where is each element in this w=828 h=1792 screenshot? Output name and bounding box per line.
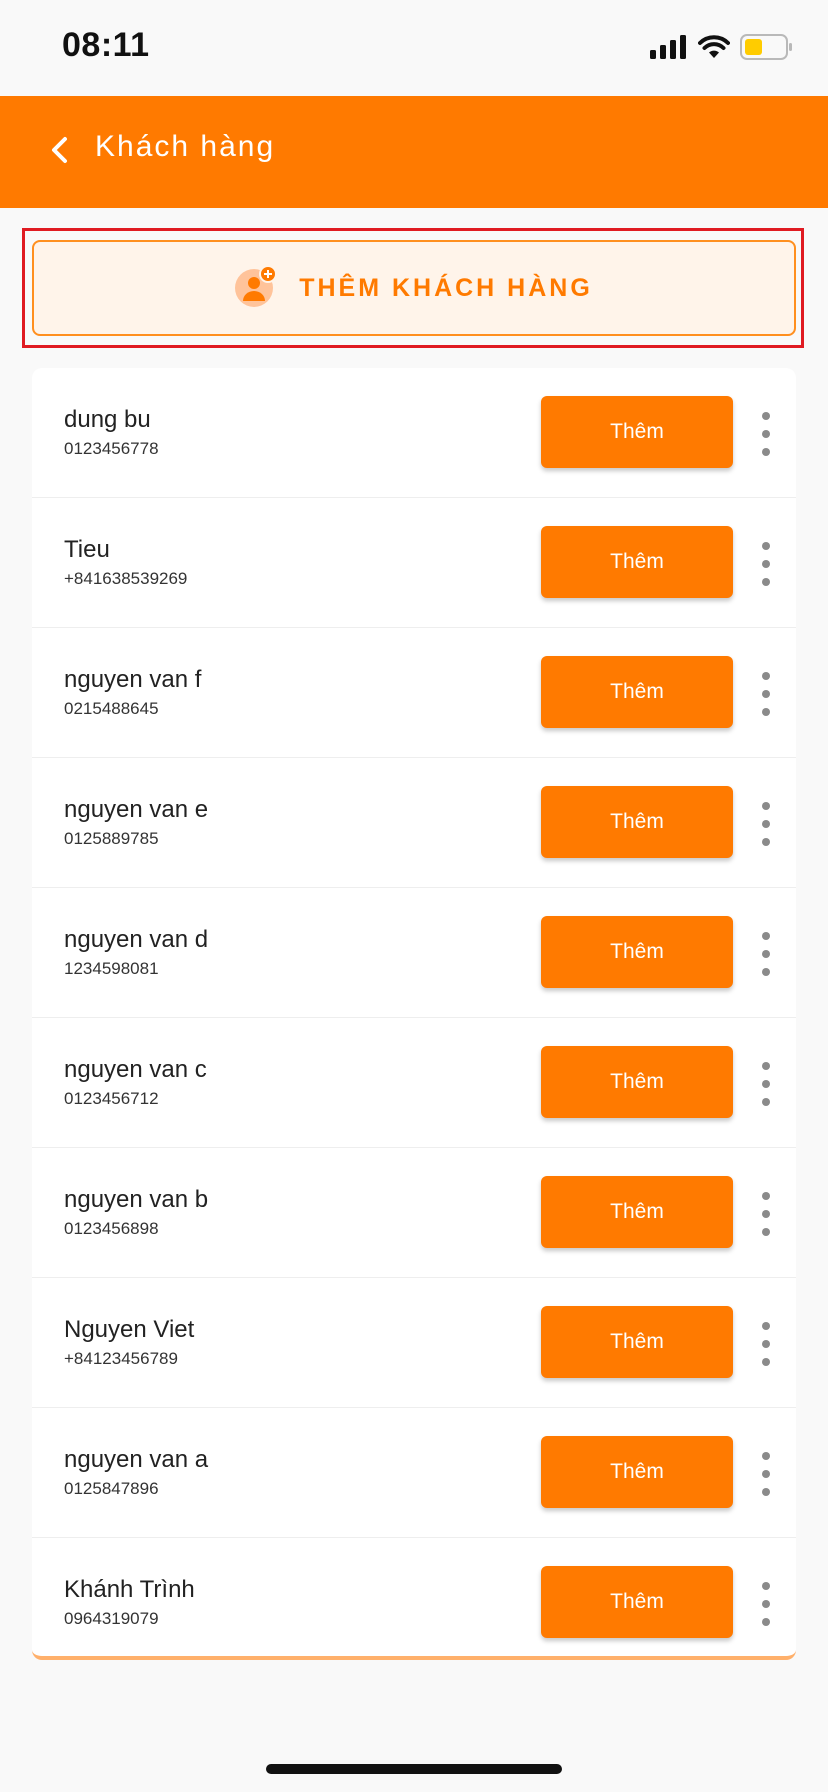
- customer-row: nguyen van c 0123456712 Thêm: [32, 1018, 796, 1148]
- more-vertical-icon: [762, 968, 770, 976]
- customer-phone: 0123456898: [64, 1219, 159, 1238]
- more-vertical-icon: [762, 1358, 770, 1366]
- add-user-icon: [235, 264, 278, 312]
- more-vertical-icon: [762, 430, 770, 438]
- more-vertical-icon: [762, 1210, 770, 1218]
- more-vertical-icon: [762, 1062, 770, 1070]
- status-bar: 08:11: [0, 0, 828, 96]
- customer-phone: 0123456712: [64, 1089, 159, 1108]
- more-vertical-icon: [762, 690, 770, 698]
- more-vertical-icon: [762, 542, 770, 550]
- add-button[interactable]: Thêm: [541, 656, 733, 728]
- status-time: 08:11: [62, 26, 150, 64]
- more-options-button[interactable]: [754, 542, 778, 586]
- add-button[interactable]: Thêm: [541, 916, 733, 988]
- customer-row: nguyen van f 0215488645 Thêm: [32, 628, 796, 758]
- customer-row: nguyen van e 0125889785 Thêm: [32, 758, 796, 888]
- more-options-button[interactable]: [754, 802, 778, 846]
- customer-name: nguyen van c: [64, 1056, 207, 1083]
- more-vertical-icon: [762, 1098, 770, 1106]
- more-vertical-icon: [762, 950, 770, 958]
- add-button[interactable]: Thêm: [541, 786, 733, 858]
- more-options-button[interactable]: [754, 1452, 778, 1496]
- more-vertical-icon: [762, 820, 770, 828]
- customer-row: nguyen van d 1234598081 Thêm: [32, 888, 796, 1018]
- app-header: Khách hàng: [0, 96, 828, 208]
- customer-phone: 0215488645: [64, 699, 159, 718]
- more-options-button[interactable]: [754, 1322, 778, 1366]
- add-button[interactable]: Thêm: [541, 1306, 733, 1378]
- add-button[interactable]: Thêm: [541, 526, 733, 598]
- more-options-button[interactable]: [754, 1062, 778, 1106]
- more-vertical-icon: [762, 1600, 770, 1608]
- home-indicator: [266, 1764, 562, 1774]
- customer-name: nguyen van d: [64, 926, 209, 953]
- customer-row: Nguyen Viet +84123456789 Thêm: [32, 1278, 796, 1408]
- more-vertical-icon: [762, 1452, 770, 1460]
- add-button[interactable]: Thêm: [541, 1046, 733, 1118]
- chevron-left-icon: [48, 136, 72, 169]
- add-button[interactable]: Thêm: [541, 1566, 733, 1638]
- add-button[interactable]: Thêm: [541, 396, 733, 468]
- more-vertical-icon: [762, 578, 770, 586]
- add-customer-button[interactable]: THÊM KHÁCH HÀNG: [32, 240, 796, 336]
- more-vertical-icon: [762, 932, 770, 940]
- customer-phone: 1234598081: [64, 959, 159, 978]
- more-vertical-icon: [762, 1322, 770, 1330]
- more-vertical-icon: [762, 1618, 770, 1626]
- customer-name: nguyen van a: [64, 1446, 209, 1473]
- more-options-button[interactable]: [754, 1192, 778, 1236]
- customer-phone: 0123456778: [64, 439, 159, 458]
- customer-row: nguyen van a 0125847896 Thêm: [32, 1408, 796, 1538]
- customer-row: nguyen van b 0123456898 Thêm: [32, 1148, 796, 1278]
- more-vertical-icon: [762, 1488, 770, 1496]
- page-title: Khách hàng: [95, 130, 276, 163]
- customer-list: dung bu 0123456778 Thêm Tieu +8416385392…: [32, 368, 796, 1660]
- add-button[interactable]: Thêm: [541, 1436, 733, 1508]
- more-options-button[interactable]: [754, 412, 778, 456]
- customer-name: Nguyen Viet: [64, 1316, 195, 1343]
- more-vertical-icon: [762, 1470, 770, 1478]
- wifi-icon: [698, 34, 730, 64]
- customer-name: nguyen van f: [64, 666, 202, 693]
- more-options-button[interactable]: [754, 932, 778, 976]
- more-vertical-icon: [762, 1192, 770, 1200]
- add-button[interactable]: Thêm: [541, 1176, 733, 1248]
- more-vertical-icon: [762, 448, 770, 456]
- customer-name: dung bu: [64, 406, 151, 433]
- customer-phone: +84123456789: [64, 1349, 178, 1368]
- status-icons: [650, 32, 794, 66]
- more-vertical-icon: [762, 560, 770, 568]
- more-vertical-icon: [762, 1340, 770, 1348]
- more-vertical-icon: [762, 1080, 770, 1088]
- customer-name: nguyen van b: [64, 1186, 209, 1213]
- customer-phone: 0125889785: [64, 829, 159, 848]
- more-vertical-icon: [762, 412, 770, 420]
- more-vertical-icon: [762, 838, 770, 846]
- customer-phone: 0125847896: [64, 1479, 159, 1498]
- more-vertical-icon: [762, 708, 770, 716]
- customer-name: Khánh Trình: [64, 1576, 195, 1603]
- more-vertical-icon: [762, 1228, 770, 1236]
- more-vertical-icon: [762, 802, 770, 810]
- customer-row: dung bu 0123456778 Thêm: [32, 368, 796, 498]
- customer-phone: +841638539269: [64, 569, 188, 588]
- back-button[interactable]: [34, 126, 86, 178]
- more-vertical-icon: [762, 1582, 770, 1590]
- more-options-button[interactable]: [754, 672, 778, 716]
- battery-icon: [740, 33, 794, 65]
- customer-phone: 0964319079: [64, 1609, 159, 1628]
- customer-name: nguyen van e: [64, 796, 209, 823]
- more-vertical-icon: [762, 672, 770, 680]
- customer-row: Khánh Trình 0964319079 Thêm: [32, 1538, 796, 1656]
- add-customer-label: THÊM KHÁCH HÀNG: [299, 273, 593, 302]
- signal-icon: [650, 34, 688, 64]
- customer-name: Tieu: [64, 536, 110, 563]
- customer-row: Tieu +841638539269 Thêm: [32, 498, 796, 628]
- more-options-button[interactable]: [754, 1582, 778, 1626]
